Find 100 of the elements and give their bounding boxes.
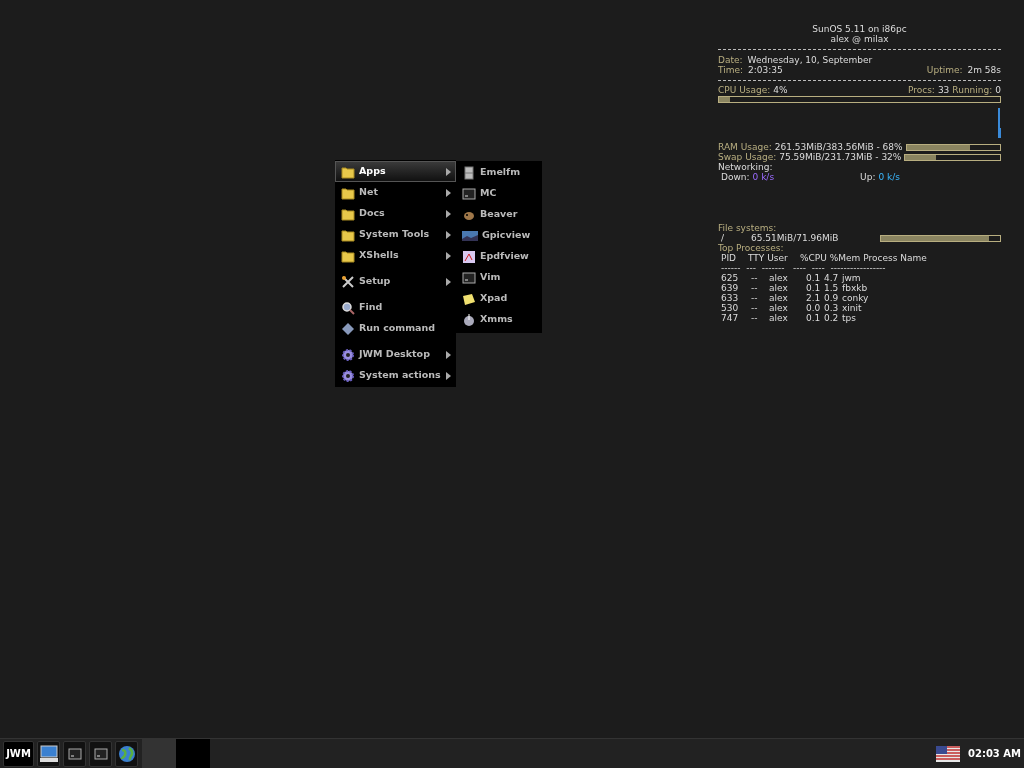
menu-item[interactable]: Docs	[335, 203, 456, 224]
submenu-arrow-icon	[446, 230, 451, 239]
monitor-text: Networking:	[718, 162, 773, 172]
menu-item[interactable]: JWM Desktop	[335, 344, 456, 365]
note-icon	[462, 291, 476, 306]
table-cell-text: --	[751, 273, 759, 283]
table-cell-text: --	[751, 293, 759, 303]
terminal-icon	[462, 270, 476, 285]
cabinet-icon	[462, 165, 476, 180]
search-icon	[341, 300, 355, 315]
cpu-graph	[998, 107, 1001, 138]
menu-item[interactable]: Run command	[335, 318, 456, 339]
table-cell-text: alex	[769, 313, 789, 323]
menu-item[interactable]: Xmms	[456, 309, 542, 330]
monitor-text: File systems:	[718, 223, 777, 233]
start-button[interactable]: JWM	[3, 740, 34, 767]
tools-icon	[341, 274, 355, 289]
table-cell: xinit	[842, 303, 862, 313]
menu-item[interactable]: Find	[335, 297, 456, 318]
monitor-text: 65.51MiB/71.96MiB	[751, 233, 839, 243]
column-header: %CPU %Mem Process Name	[800, 253, 927, 263]
monitor-text: 4%	[773, 85, 788, 95]
terminal-icon	[93, 746, 108, 761]
launcher-button[interactable]	[37, 740, 60, 767]
table-cell: conky	[842, 293, 869, 303]
globe-icon	[117, 744, 136, 763]
table-rule: ------ --- ------- ---- ---- -----------------	[721, 263, 886, 273]
table-cell: jwm	[842, 273, 861, 283]
launcher-button[interactable]	[115, 740, 138, 767]
submenu-arrow-icon	[446, 350, 451, 359]
gear-icon	[341, 368, 355, 383]
table-cell-text: 1.5	[824, 283, 840, 293]
folder-icon	[341, 227, 355, 242]
table-cell-text: 0.1	[806, 283, 822, 293]
menu-item[interactable]: Apps	[335, 161, 456, 182]
folder-icon	[341, 248, 355, 263]
table-cell-text: --	[751, 313, 759, 323]
monitor-text: RAM Usage:	[718, 142, 772, 152]
monitor-text: Top Processes:	[718, 243, 784, 253]
table-cell-text: 747	[721, 313, 740, 323]
folder-icon	[341, 206, 355, 221]
table-cell: fbxkb	[842, 283, 868, 293]
submenu-arrow-icon	[446, 371, 451, 380]
folder-icon	[341, 164, 355, 179]
menu-item[interactable]: System Tools	[335, 224, 456, 245]
table-cell-text: 625	[721, 273, 740, 283]
menu-item[interactable]: Vim	[456, 267, 542, 288]
table-cell-text: alex	[769, 273, 789, 283]
flag-icon	[936, 745, 960, 762]
submenu-arrow-icon	[446, 167, 451, 176]
table-cell: tps	[842, 313, 856, 323]
monitor-text: 75.59MiB/231.73MiB - 32%	[779, 152, 902, 162]
monitor-text: /	[721, 233, 726, 243]
monitor-text: 0 k/s	[752, 172, 775, 182]
table-cell-text: 530	[721, 303, 740, 313]
menu-item[interactable]: Xpad	[456, 288, 542, 309]
menu-item[interactable]: Beaver	[456, 204, 542, 225]
table-cell-text: 4.7	[824, 273, 840, 283]
table-cell-text: alex	[769, 303, 789, 313]
monitor-text: Wednesday, 10, September	[747, 55, 873, 65]
table-cell-text: 0.1	[806, 273, 822, 283]
diamond-icon	[341, 321, 355, 336]
gear-icon	[341, 347, 355, 362]
submenu-arrow-icon	[446, 251, 451, 260]
table-cell-text: --	[751, 283, 759, 293]
monitor-text: 261.53MiB/383.56MiB - 68%	[774, 142, 903, 152]
table-cell-text: alex	[769, 293, 789, 303]
menu-item[interactable]: Net	[335, 182, 456, 203]
monitor-text: Up:	[860, 172, 876, 182]
menu-item[interactable]: System actions	[335, 365, 456, 386]
user-host: alex @ milax	[830, 34, 889, 44]
table-cell-text: 0.9	[824, 293, 840, 303]
player-icon	[462, 312, 476, 327]
menu-item[interactable]: Emelfm	[456, 162, 542, 183]
monitor-icon	[38, 744, 59, 763]
monitor-text: Procs:	[907, 85, 935, 95]
menu-item[interactable]: MC	[456, 183, 542, 204]
system-info: SunOS 5.11 on i86pc	[812, 24, 907, 34]
submenu-arrow-icon	[446, 188, 451, 197]
monitor-text: Date:	[718, 55, 743, 65]
table-cell-text: 0.3	[824, 303, 840, 313]
table-cell-text: 0.2	[824, 313, 840, 323]
document-icon	[462, 249, 476, 264]
menu-item[interactable]: Epdfview	[456, 246, 542, 267]
monitor-text: Time:	[718, 65, 744, 75]
table-cell-text: 633	[721, 293, 740, 303]
table-cell-text: --	[751, 303, 759, 313]
submenu-arrow-icon	[446, 277, 451, 286]
menu-item[interactable]: Setup	[335, 271, 456, 292]
monitor-text: Swap Usage:	[718, 152, 777, 162]
monitor-text: Down:	[721, 172, 750, 182]
menu-item[interactable]: XShells	[335, 245, 456, 266]
terminal-icon	[67, 746, 82, 761]
menu-item[interactable]: Gpicview	[456, 225, 542, 246]
monitor-text: 2:03:35	[748, 65, 783, 75]
monitor-text: 33	[937, 85, 950, 95]
table-cell-text: 0.1	[806, 313, 822, 323]
column-header: TTY User	[748, 253, 789, 263]
monitor-text: Uptime:	[926, 65, 963, 75]
monitor-text: 0 k/s	[878, 172, 900, 182]
